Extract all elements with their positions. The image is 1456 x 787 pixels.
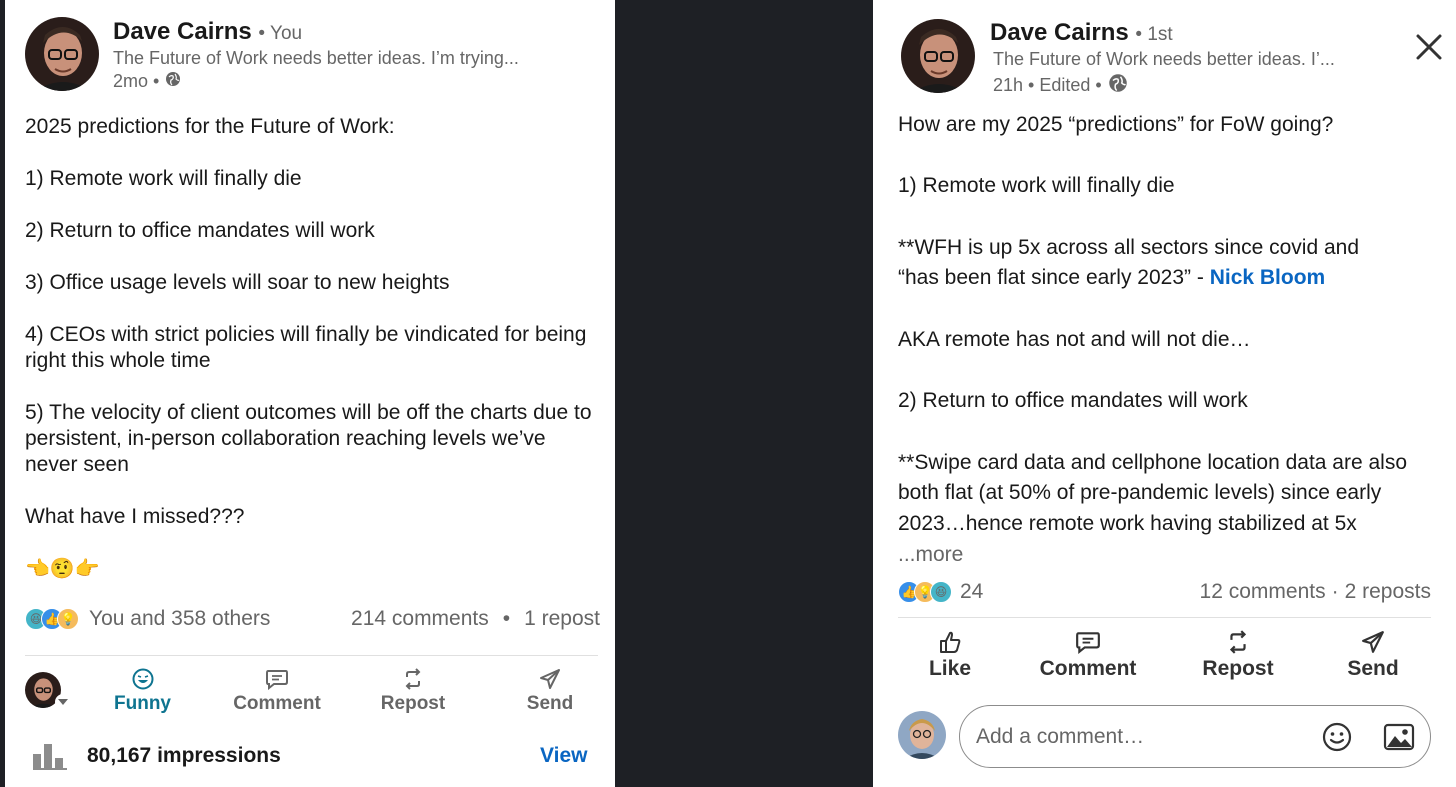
post-line: 5) The velocity of client outcomes will … bbox=[25, 401, 592, 476]
social-counts: 😆 👍 💡 You and 358 others 214 comments • … bbox=[25, 607, 600, 631]
post-line: 2) Return to office mandates will work bbox=[25, 219, 375, 242]
comment-icon bbox=[1076, 632, 1100, 654]
author-avatar[interactable] bbox=[901, 19, 975, 93]
comment-button[interactable]: Comment bbox=[1033, 630, 1143, 681]
view-analytics-link[interactable]: View bbox=[540, 744, 587, 768]
impressions-count: 80,167 impressions bbox=[87, 744, 281, 767]
comments-count[interactable]: 12 comments bbox=[1200, 580, 1326, 604]
post-line: AKA remote has not and will not die… bbox=[898, 327, 1251, 351]
chevron-down-icon[interactable] bbox=[55, 694, 71, 710]
like-icon bbox=[940, 631, 961, 653]
reaction-icons[interactable]: 😆 👍 💡 bbox=[25, 608, 79, 630]
like-button[interactable]: Like bbox=[915, 630, 985, 681]
send-label: Send bbox=[1347, 657, 1399, 680]
reaction-icons[interactable]: 👍 💡 😆 bbox=[898, 581, 952, 603]
repost-label: Repost bbox=[1202, 657, 1274, 680]
post-line: What have I missed??? bbox=[25, 505, 245, 528]
image-icon[interactable] bbox=[1383, 722, 1415, 758]
post-meta: 21h • Edited • bbox=[993, 73, 1128, 98]
separator-dot: • bbox=[502, 607, 511, 630]
post-line-text: “has been flat since early 2023” - bbox=[898, 266, 1204, 290]
author-relation: • 1st bbox=[1135, 24, 1173, 45]
reaction-count[interactable]: 24 bbox=[960, 580, 983, 604]
comment-button[interactable]: Comment bbox=[227, 668, 327, 715]
comment-label: Comment bbox=[1039, 657, 1137, 680]
send-icon bbox=[1362, 631, 1384, 653]
reposts-count[interactable]: 1 repost bbox=[524, 607, 600, 631]
author-name[interactable]: Dave Cairns • You bbox=[113, 18, 302, 46]
funny-reaction-icon: 😆 bbox=[930, 581, 952, 603]
reposts-count[interactable]: 2 reposts bbox=[1345, 580, 1431, 604]
post-time: 2mo • bbox=[113, 71, 160, 91]
author-name-text[interactable]: Dave Cairns bbox=[990, 19, 1129, 46]
comments-count[interactable]: 214 comments bbox=[351, 607, 489, 631]
current-user-avatar[interactable] bbox=[898, 711, 946, 759]
repost-label: Repost bbox=[380, 693, 446, 714]
globe-icon bbox=[1108, 73, 1128, 98]
close-icon[interactable] bbox=[1415, 33, 1443, 66]
see-more-link[interactable]: ...more bbox=[898, 543, 963, 566]
left-post-card: Dave Cairns • You The Future of Work nee… bbox=[5, 0, 615, 787]
repost-icon bbox=[405, 668, 421, 690]
author-headline: The Future of Work needs better ideas. I… bbox=[113, 48, 519, 68]
post-line: How are my 2025 “predictions” for FoW go… bbox=[898, 113, 1334, 136]
post-line: 4) CEOs with strict policies will finall… bbox=[25, 323, 587, 372]
post-line: 2025 predictions for the Future of Work: bbox=[25, 115, 395, 138]
emoji-icon[interactable] bbox=[1322, 722, 1352, 758]
like-label: Like bbox=[928, 657, 972, 680]
author-relation: • You bbox=[258, 23, 303, 44]
social-counts: 👍 💡 😆 24 12 comments · 2 reposts bbox=[898, 580, 1431, 604]
send-button[interactable]: Send bbox=[1338, 630, 1408, 681]
author-headline: The Future of Work needs better ideas. I… bbox=[993, 49, 1335, 69]
insightful-reaction-icon: 💡 bbox=[57, 608, 79, 630]
post-line: 1) Remote work will finally die bbox=[25, 167, 302, 190]
divider bbox=[898, 617, 1431, 618]
author-name[interactable]: Dave Cairns • 1st bbox=[990, 19, 1173, 47]
repost-button[interactable]: Repost bbox=[373, 668, 453, 715]
comment-label: Comment bbox=[233, 693, 321, 714]
post-line: **WFH is up 5x across all sectors since … bbox=[898, 235, 1360, 259]
mention-link[interactable]: Nick Bloom bbox=[1210, 266, 1326, 289]
post-body: How are my 2025 “predictions” for FoW go… bbox=[898, 110, 1438, 570]
post-line: “has been flat since early 2023” - Nick … bbox=[898, 263, 1438, 294]
bar-chart-icon bbox=[33, 742, 67, 775]
post-line: 3) Office usage levels will soar to new … bbox=[25, 271, 450, 294]
funny-button[interactable]: Funny bbox=[105, 668, 180, 715]
right-post-card: Dave Cairns • 1st The Future of Work nee… bbox=[873, 0, 1456, 787]
post-line: 1) Remote work will finally die bbox=[898, 174, 1175, 198]
post-emoji-line: 👈🤨👉 bbox=[25, 558, 100, 580]
divider bbox=[25, 655, 598, 656]
comment-icon bbox=[266, 670, 288, 690]
send-button[interactable]: Send bbox=[515, 668, 585, 715]
author-avatar[interactable] bbox=[25, 17, 99, 91]
repost-icon bbox=[1229, 630, 1247, 654]
post-meta: 2mo • bbox=[113, 71, 181, 92]
funny-label: Funny bbox=[114, 693, 171, 714]
post-time: 21h • Edited • bbox=[993, 75, 1102, 95]
send-label: Send bbox=[526, 693, 574, 714]
post-body: 2025 predictions for the Future of Work:… bbox=[25, 114, 600, 582]
separator-dot: · bbox=[1331, 580, 1339, 603]
post-line-text: **Swipe card data and cellphone location… bbox=[898, 450, 1408, 536]
globe-icon bbox=[165, 71, 181, 92]
comment-placeholder: Add a comment… bbox=[976, 724, 1145, 748]
post-line: 2) Return to office mandates will work bbox=[898, 389, 1248, 413]
send-icon bbox=[540, 669, 560, 689]
post-line: **Swipe card data and cellphone location… bbox=[898, 448, 1423, 571]
repost-button[interactable]: Repost bbox=[1198, 630, 1278, 681]
comment-input[interactable]: Add a comment… bbox=[959, 705, 1431, 768]
funny-reaction-icon bbox=[132, 668, 153, 690]
reactions-summary[interactable]: You and 358 others bbox=[89, 607, 270, 631]
author-name-text[interactable]: Dave Cairns bbox=[113, 18, 252, 45]
